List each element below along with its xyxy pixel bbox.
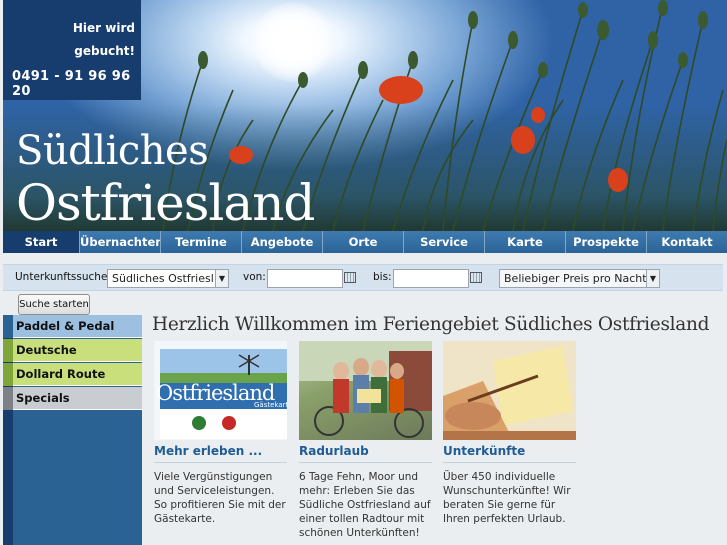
- nav-karte[interactable]: Karte: [484, 231, 565, 253]
- sidebar-item-fehnroute[interactable]: Deutsche Fehnroute: [3, 339, 142, 380]
- sidebar-item-dollard-route[interactable]: Dollard Route: [3, 363, 142, 386]
- search-label: Unterkunftssuche: [15, 271, 108, 283]
- card-title-unterkuenfte[interactable]: Unterkünfte: [443, 444, 576, 463]
- site-title-line2: Ostfriesland: [16, 174, 315, 231]
- nav-orte[interactable]: Orte: [322, 231, 403, 253]
- sidebar-item-specials[interactable]: Specials: [3, 387, 142, 410]
- price-select[interactable]: Beliebiger Preis pro Nacht ▼: [499, 269, 660, 288]
- sidebar-item-label: Dollard Route: [16, 367, 106, 381]
- guest-card-image-subtext: Gästekarte: [254, 401, 287, 409]
- card-title-radurlaub[interactable]: Radurlaub: [299, 444, 432, 463]
- chevron-down-icon: ▼: [215, 270, 228, 287]
- page-title: Herzlich Willkommen im Feriengebiet Südl…: [152, 314, 710, 335]
- hotline-box: Hier wird gebucht! 0491 - 91 96 96 20: [3, 0, 141, 100]
- calendar-icon[interactable]: [470, 272, 482, 283]
- nav-kontakt[interactable]: Kontakt: [646, 231, 727, 253]
- card-title-mehr-erleben[interactable]: Mehr erleben ...: [154, 444, 287, 463]
- card-text: 6 Tage Fehn, Moor und mehr: Erleben Sie …: [299, 471, 431, 539]
- card-text: Viele Vergünstigungen und Serviceleistun…: [154, 471, 286, 525]
- cyclists-image[interactable]: [299, 341, 432, 440]
- sidebar: Paddel & Pedal Deutsche Fehnroute Dollar…: [3, 315, 142, 545]
- teaser-card: Radurlaub 6 Tage Fehn, Moor und mehr: Er…: [299, 341, 432, 540]
- hotline-text-2: gebucht!: [74, 44, 135, 58]
- main-nav: Start Übernachten Termine Angebote Orte …: [3, 231, 727, 253]
- page: Hier wird gebucht! 0491 - 91 96 96 20 Sü…: [0, 0, 727, 545]
- nav-termine[interactable]: Termine: [160, 231, 241, 253]
- region-select-value: Südliches Ostfriesl: [112, 272, 214, 285]
- from-label: von:: [243, 271, 266, 283]
- accommodation-search-bar: Unterkunftssuche Südliches Ostfriesl ▼ v…: [3, 264, 723, 291]
- to-date-input[interactable]: [393, 269, 469, 288]
- sidebar-item-label: Specials: [16, 391, 70, 405]
- teaser-card: Unterkünfte Über 450 individuelle Wunsch…: [443, 341, 576, 526]
- guest-card-image[interactable]: Ostfriesland Gästekarte: [154, 341, 287, 440]
- header-banner: Hier wird gebucht! 0491 - 91 96 96 20 Sü…: [3, 0, 727, 231]
- hotline-text-1: Hier wird: [72, 21, 135, 35]
- phone-number[interactable]: 0491 - 91 96 96 20: [12, 69, 141, 99]
- nav-service[interactable]: Service: [403, 231, 484, 253]
- calendar-icon[interactable]: [344, 272, 356, 283]
- price-select-value: Beliebiger Preis pro Nacht: [504, 272, 647, 285]
- sidebar-item-label: Paddel & Pedal: [16, 319, 115, 333]
- nav-prospekte[interactable]: Prospekte: [565, 231, 646, 253]
- from-date-input[interactable]: [267, 269, 343, 288]
- sidebar-item-paddel-pedal[interactable]: Paddel & Pedal: [3, 315, 142, 338]
- region-select[interactable]: Südliches Ostfriesl ▼: [107, 269, 229, 288]
- search-start-button[interactable]: Suche starten: [18, 294, 90, 315]
- nav-start[interactable]: Start: [3, 231, 79, 253]
- chevron-down-icon: ▼: [646, 270, 659, 287]
- nav-uebernachten[interactable]: Übernachten: [79, 231, 163, 253]
- card-text: Über 450 individuelle Wunschunterkünfte!…: [443, 471, 571, 525]
- site-title-line1: Südliches: [16, 128, 209, 174]
- to-label: bis:: [373, 271, 392, 283]
- nav-angebote[interactable]: Angebote: [241, 231, 322, 253]
- teaser-card: Ostfriesland Gästekarte Mehr erleben ...…: [154, 341, 287, 526]
- accommodation-image[interactable]: [443, 341, 576, 440]
